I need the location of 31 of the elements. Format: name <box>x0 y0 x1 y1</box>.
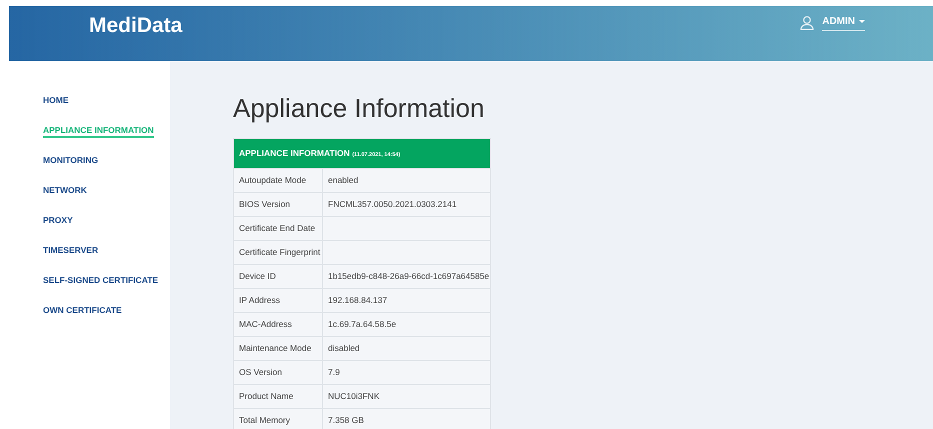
table-cell: Device ID <box>234 265 323 288</box>
table-cell: BIOS Version <box>234 193 323 216</box>
logo: MediData <box>89 13 182 39</box>
table-cell-text: enabled <box>327 174 360 188</box>
nav-link[interactable]: HOME <box>43 95 68 108</box>
table-cell: Certificate End Date <box>234 217 323 240</box>
table-cell: OS Version <box>234 361 323 384</box>
table-cell: IP Address <box>234 289 323 312</box>
table-cell: MAC-Address <box>234 313 323 336</box>
table-cell-text: 1c.69.7a.64.58.5e <box>327 318 398 332</box>
nav-link[interactable]: SELF-SIGNED CERTIFICATE <box>43 275 158 288</box>
nav-link[interactable]: OWN CERTIFICATE <box>43 305 122 318</box>
nav-link[interactable]: TIMESERVER <box>43 245 98 258</box>
table-cell-text: NUC10i3FNK <box>327 390 380 404</box>
table-cell: Total Memory <box>234 409 323 429</box>
nav-link[interactable]: PROXY <box>43 215 73 228</box>
table-cell-text: disabled <box>327 342 361 356</box>
caret-icon <box>859 20 865 24</box>
table-cell-text: 192.168.84.137 <box>327 294 388 308</box>
table-cell: Product Name <box>234 385 323 408</box>
table-cell: Autoupdate Mode <box>234 169 323 192</box>
table-cell-text: FNCML357.0050.2021.0303.2141 <box>327 198 458 212</box>
table-cell-text: 1b15edb9-c848-26a9-66cd-1c697a64585e <box>327 270 490 284</box>
page-title: Appliance Information <box>233 95 486 121</box>
nav-link[interactable]: NETWORK <box>43 185 87 198</box>
user-icon <box>800 15 814 30</box>
table-cell-text: 7.358 GB <box>327 414 365 428</box>
nav-link[interactable]: MONITORING <box>43 155 98 168</box>
table-cell-text: 7.9 <box>327 366 341 380</box>
table-cell: Maintenance Mode <box>234 337 323 360</box>
table-cell: Certificate Fingerprint <box>234 241 323 264</box>
